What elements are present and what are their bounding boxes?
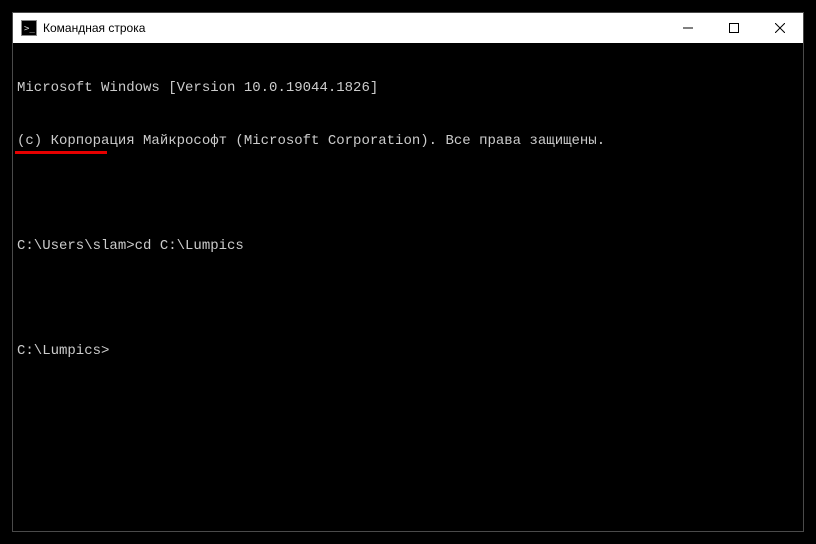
cmd-app-icon: >_: [21, 20, 37, 36]
terminal-area[interactable]: Microsoft Windows [Version 10.0.19044.18…: [13, 43, 803, 531]
minimize-button[interactable]: [665, 13, 711, 43]
titlebar[interactable]: >_ Командная строка: [13, 13, 803, 43]
svg-text:>_: >_: [24, 24, 35, 34]
maximize-button[interactable]: [711, 13, 757, 43]
highlight-underline: [15, 151, 107, 154]
terminal-line: Microsoft Windows [Version 10.0.19044.18…: [17, 80, 799, 98]
command-prompt-window: >_ Командная строка Microsoft Windows [V…: [12, 12, 804, 532]
terminal-line: [17, 290, 799, 308]
window-title: Командная строка: [43, 21, 665, 35]
terminal-prompt-line: C:\Lumpics>: [17, 343, 799, 361]
close-button[interactable]: [757, 13, 803, 43]
terminal-line: [17, 185, 799, 203]
terminal-line: C:\Users\slam>cd C:\Lumpics: [17, 238, 799, 256]
terminal-line: (c) Корпорация Майкрософт (Microsoft Cor…: [17, 133, 799, 151]
window-controls: [665, 13, 803, 43]
